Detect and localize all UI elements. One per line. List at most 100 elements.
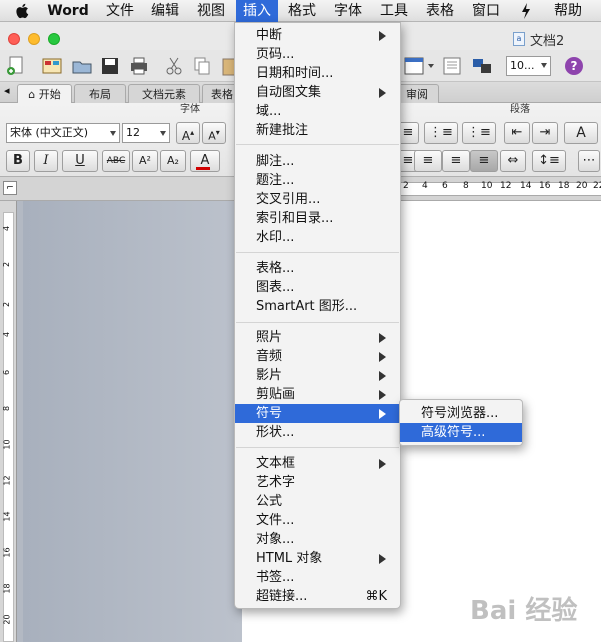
ruler-tick: 16 bbox=[539, 181, 551, 191]
media-browser-icon[interactable] bbox=[470, 54, 494, 78]
menu-item-table[interactable]: 表格... bbox=[235, 259, 400, 278]
save-icon[interactable] bbox=[98, 54, 122, 78]
menu-item-text-box[interactable]: 文本框 bbox=[235, 454, 400, 473]
line-spacing-button[interactable]: ↕≡ bbox=[532, 150, 566, 172]
menu-item-object[interactable]: 对象... bbox=[235, 530, 400, 549]
ruler-tick: 6 bbox=[442, 181, 448, 191]
tab-stop-icon[interactable]: ⌐ bbox=[3, 181, 17, 195]
chevron-down-icon bbox=[160, 131, 166, 136]
copy-icon[interactable] bbox=[190, 54, 214, 78]
shrink-font-button[interactable]: A▾ bbox=[202, 122, 226, 144]
help-icon[interactable]: ? bbox=[565, 57, 583, 75]
submenu-arrow-icon bbox=[379, 554, 386, 564]
tab-document-elements[interactable]: 文档元素 bbox=[128, 84, 200, 103]
vertical-ruler-track bbox=[3, 212, 14, 642]
menu-item-bookmark[interactable]: 书签... bbox=[235, 568, 400, 587]
text-style-button[interactable]: A bbox=[564, 122, 598, 144]
menu-item-wordart[interactable]: 艺术字 bbox=[235, 473, 400, 492]
grow-font-button[interactable]: A▴ bbox=[176, 122, 200, 144]
menu-item-date-time[interactable]: 日期和时间... bbox=[235, 64, 400, 83]
menu-item-watermark[interactable]: 水印... bbox=[235, 228, 400, 247]
chevron-down-icon bbox=[541, 63, 547, 68]
menu-item-label: 音频 bbox=[256, 349, 283, 364]
sidebar-icon[interactable] bbox=[440, 54, 464, 78]
cut-icon[interactable] bbox=[162, 54, 186, 78]
menu-window[interactable]: 窗口 bbox=[466, 0, 506, 22]
submenu-arrow-icon bbox=[379, 409, 386, 419]
menu-item-advanced-symbol[interactable]: 高级符号... bbox=[400, 423, 522, 442]
menu-item-cross-reference[interactable]: 交叉引用... bbox=[235, 190, 400, 209]
tab-review[interactable]: 审阅 bbox=[395, 84, 439, 103]
menu-item-footnote[interactable]: 脚注... bbox=[235, 152, 400, 171]
superscript-button[interactable]: A² bbox=[132, 150, 158, 172]
numbered-list-button[interactable]: ⋮≡ bbox=[424, 122, 458, 144]
menu-item-chart[interactable]: 图表... bbox=[235, 278, 400, 297]
gallery-icon[interactable] bbox=[40, 54, 64, 78]
new-document-icon[interactable] bbox=[5, 54, 29, 78]
menu-edit[interactable]: 编辑 bbox=[145, 0, 185, 22]
distributed-button[interactable]: ⇔ bbox=[500, 150, 526, 172]
zoom-button[interactable] bbox=[48, 33, 60, 45]
menu-item-photo[interactable]: 照片 bbox=[235, 328, 400, 347]
bold-button[interactable]: B bbox=[6, 150, 30, 172]
ruler-tick: 20 bbox=[576, 181, 588, 191]
menu-item-clip-art[interactable]: 剪贴画 bbox=[235, 385, 400, 404]
menu-item-audio[interactable]: 音频 bbox=[235, 347, 400, 366]
shortcut-label: ⌘K bbox=[365, 589, 387, 604]
menu-item-equation[interactable]: 公式 bbox=[235, 492, 400, 511]
menu-format[interactable]: 格式 bbox=[282, 0, 322, 22]
menu-item-field[interactable]: 域... bbox=[235, 102, 400, 121]
menu-word[interactable]: Word bbox=[45, 0, 91, 22]
menu-tools[interactable]: 工具 bbox=[374, 0, 414, 22]
menu-item-caption[interactable]: 题注... bbox=[235, 171, 400, 190]
view-layout-icon[interactable] bbox=[402, 54, 426, 78]
vruler-tick: 2 bbox=[2, 261, 12, 268]
menu-item-symbol-browser[interactable]: 符号浏览器... bbox=[400, 404, 522, 423]
menu-item-hyperlink[interactable]: 超链接... ⌘K bbox=[235, 587, 400, 606]
close-button[interactable] bbox=[8, 33, 20, 45]
menu-item-autotext[interactable]: 自动图文集 bbox=[235, 83, 400, 102]
underline-button[interactable]: U bbox=[62, 150, 98, 172]
tab-layout[interactable]: 布局 bbox=[74, 84, 126, 103]
ribbon-collapse-icon[interactable]: ◂ bbox=[4, 84, 16, 98]
align-center-button[interactable]: ≡ bbox=[414, 150, 442, 172]
menu-insert[interactable]: 插入 bbox=[236, 0, 278, 22]
subscript-button[interactable]: A₂ bbox=[160, 150, 186, 172]
menu-item-movie[interactable]: 影片 bbox=[235, 366, 400, 385]
justify-button[interactable]: ≡ bbox=[470, 150, 498, 172]
print-icon[interactable] bbox=[127, 54, 151, 78]
menu-font[interactable]: 字体 bbox=[328, 0, 368, 22]
menu-item-shape[interactable]: 形状... bbox=[235, 423, 400, 442]
chevron-down-icon bbox=[110, 131, 116, 136]
align-right-button[interactable]: ≡ bbox=[442, 150, 470, 172]
menu-item-break[interactable]: 中断 bbox=[235, 26, 400, 45]
apple-icon[interactable] bbox=[14, 0, 32, 22]
home-icon: ⌂ bbox=[28, 88, 36, 101]
decrease-indent-button[interactable]: ⇤ bbox=[504, 122, 530, 144]
chevron-down-icon[interactable] bbox=[428, 64, 434, 68]
menu-item-index-tables[interactable]: 索引和目录... bbox=[235, 209, 400, 228]
multilevel-list-button[interactable]: ⋮≡ bbox=[462, 122, 496, 144]
menu-item-file[interactable]: 文件... bbox=[235, 511, 400, 530]
menu-item-new-comment[interactable]: 新建批注 bbox=[235, 121, 400, 140]
menu-item-symbol[interactable]: 符号 bbox=[235, 404, 400, 423]
menu-bar: Word 文件 编辑 视图 插入 格式 字体 工具 表格 窗口 帮助 bbox=[0, 0, 601, 22]
vruler-tick: 8 bbox=[2, 405, 12, 412]
menu-view[interactable]: 视图 bbox=[191, 0, 231, 22]
menu-help[interactable]: 帮助 bbox=[548, 0, 588, 22]
italic-button[interactable]: I bbox=[34, 150, 58, 172]
menu-item-page-numbers[interactable]: 页码... bbox=[235, 45, 400, 64]
menu-table[interactable]: 表格 bbox=[420, 0, 460, 22]
font-name-select[interactable]: 宋体 (中文正文) bbox=[6, 123, 120, 143]
font-color-button[interactable]: A bbox=[190, 150, 220, 172]
menu-item-smartart[interactable]: SmartArt 图形... bbox=[235, 297, 400, 316]
menu-file[interactable]: 文件 bbox=[100, 0, 140, 22]
open-icon[interactable] bbox=[70, 54, 94, 78]
menu-item-html-object[interactable]: HTML 对象 bbox=[235, 549, 400, 568]
minimize-button[interactable] bbox=[28, 33, 40, 45]
borders-button[interactable]: ⋯ bbox=[578, 150, 600, 172]
increase-indent-button[interactable]: ⇥ bbox=[532, 122, 558, 144]
tab-home[interactable]: ⌂ 开始 bbox=[17, 84, 72, 103]
strikethrough-button[interactable]: ABC bbox=[102, 150, 130, 172]
script-icon[interactable] bbox=[515, 0, 537, 22]
